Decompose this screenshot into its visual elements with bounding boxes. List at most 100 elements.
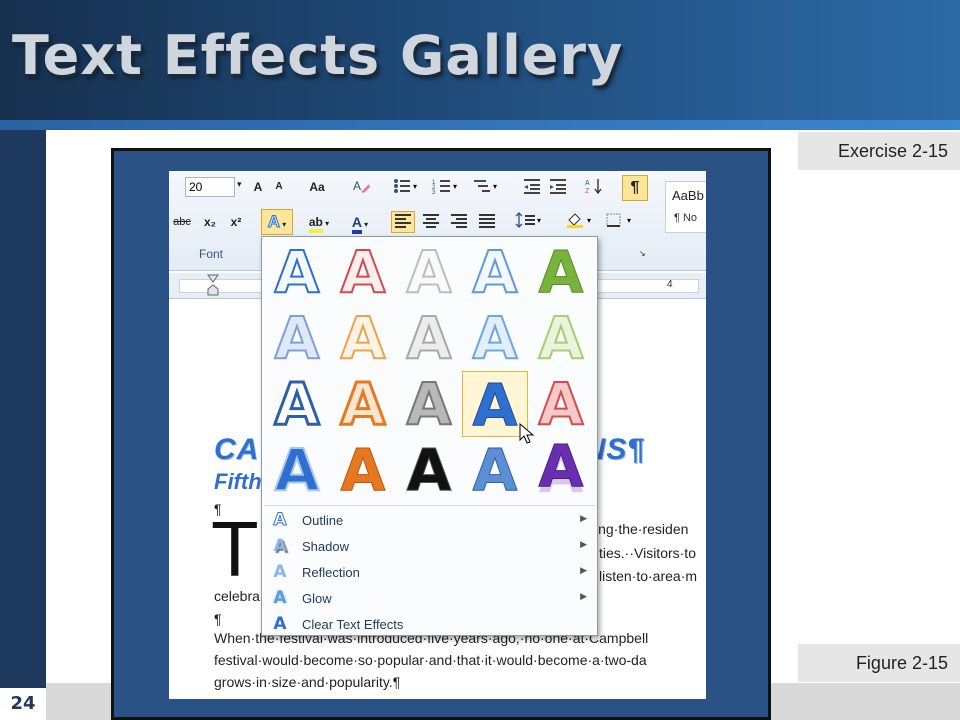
svg-text:▾: ▾ (413, 182, 417, 191)
show-hide-button[interactable]: ¶ (622, 175, 648, 201)
effect-tile[interactable]: A (264, 370, 330, 439)
justify-button[interactable] (475, 211, 499, 233)
effect-tile[interactable]: A (264, 304, 330, 372)
text-effects-gallery: A A A A A A A A A A A A A A A A A A A A … (261, 236, 598, 636)
line-spacing-icon: ▾ (515, 212, 541, 228)
justify-icon (479, 214, 495, 228)
effect-tile[interactable]: A (396, 370, 462, 438)
slide-title: Text Effects Gallery (12, 24, 624, 87)
numbering-icon: 123▾ (432, 180, 457, 196)
multilevel-list-icon: ▾ (474, 180, 497, 192)
font-color-button[interactable]: A ▾ (343, 211, 377, 234)
borders-icon: ▾ (606, 213, 631, 227)
strikethrough-button[interactable]: abc (169, 211, 195, 233)
doc-pilcrow: ¶ (214, 611, 222, 627)
svg-text:▾: ▾ (493, 182, 497, 191)
clear-formatting-icon: A (353, 179, 370, 193)
drop-cap: T (211, 505, 259, 593)
font-size-field[interactable]: 20 (185, 177, 235, 197)
borders-button[interactable]: ▾ (603, 211, 637, 233)
doc-text-line: celebra (214, 588, 260, 604)
effect-tile[interactable]: A (330, 370, 396, 439)
menu-item-glow[interactable]: A Glow ▶ (262, 586, 597, 612)
align-left-button[interactable] (391, 211, 415, 233)
menu-item-shadow[interactable]: A Shadow ▶ (262, 534, 597, 560)
title-rule (0, 120, 960, 130)
style-normal[interactable]: AaBb ¶ No (665, 181, 706, 233)
effect-tile[interactable]: A (396, 304, 462, 372)
doc-text-line: festival·would·become·so·popular·and·tha… (214, 652, 647, 668)
effect-tile[interactable]: A (396, 437, 462, 504)
doc-text-line: listen·to·area·m (599, 568, 698, 584)
reflection-icon: A (273, 562, 287, 582)
outline-icon: A (273, 510, 287, 531)
multilevel-list-button[interactable]: ▾ (471, 176, 501, 198)
effect-tile[interactable]: A (528, 370, 594, 438)
title-bar: Text Effects Gallery (0, 0, 960, 120)
svg-text:A: A (585, 180, 590, 187)
glow-icon: A (273, 588, 287, 608)
font-group-label: Font (199, 247, 224, 261)
clear-formatting-button[interactable]: A (349, 176, 373, 198)
effect-tile[interactable]: A (264, 238, 330, 306)
superscript-button[interactable]: x² (225, 211, 247, 233)
svg-text:A: A (353, 179, 361, 193)
line-spacing-button[interactable]: ▾ (513, 211, 547, 233)
dialog-launcher-icon[interactable]: ↘ (639, 249, 646, 258)
clear-effects-icon: A (273, 614, 287, 634)
highlight-button[interactable]: ab ▾ (301, 211, 337, 233)
subscript-button[interactable]: x₂ (199, 211, 221, 233)
figure-label: Figure 2-15 (798, 644, 960, 682)
svg-text:Z: Z (585, 188, 590, 195)
decrease-indent-icon (524, 179, 540, 194)
effect-tile[interactable]: A (264, 436, 330, 504)
align-left-icon (395, 214, 411, 228)
svg-text:▾: ▾ (587, 216, 591, 225)
mouse-pointer-icon (519, 423, 535, 444)
menu-item-outline[interactable]: A Outline ▶ (262, 508, 597, 534)
menu-item-reflection[interactable]: A Reflection ▶ (262, 560, 597, 586)
bullets-icon: ▾ (394, 179, 417, 193)
effect-tile[interactable]: A (462, 238, 528, 306)
shading-button[interactable]: ▾ (563, 211, 597, 233)
effect-tile[interactable]: A (528, 239, 594, 306)
effect-tile[interactable]: A (528, 433, 594, 500)
shrink-font-button[interactable]: A (269, 176, 289, 198)
effect-tile[interactable]: A (462, 437, 528, 504)
align-center-button[interactable] (419, 211, 443, 233)
text-effects-icon: A (267, 212, 281, 232)
submenu-arrow-icon: ▶ (580, 539, 587, 549)
text-effects-button[interactable]: A ▾ (261, 209, 293, 235)
svg-text:▾: ▾ (627, 216, 631, 225)
sort-icon: AZ (585, 179, 602, 195)
effect-tile[interactable]: A (330, 437, 396, 504)
svg-text:3: 3 (432, 190, 436, 195)
effect-tile[interactable]: A (462, 304, 528, 372)
increase-indent-button[interactable] (547, 176, 569, 198)
align-right-button[interactable] (447, 211, 471, 233)
effect-tile[interactable]: A (330, 238, 396, 306)
svg-text:▾: ▾ (537, 216, 541, 225)
font-size-dropdown-icon[interactable]: ▾ (237, 179, 242, 190)
effect-tile[interactable]: A (528, 304, 594, 372)
sort-button[interactable]: AZ (583, 176, 605, 198)
increase-indent-icon (550, 179, 566, 194)
align-center-icon (423, 214, 439, 228)
effect-tile[interactable]: A (330, 304, 396, 372)
decrease-indent-button[interactable] (521, 176, 543, 198)
submenu-arrow-icon: ▶ (580, 513, 587, 523)
menu-item-clear-text-effects[interactable]: A Clear Text Effects (262, 612, 597, 638)
svg-text:▾: ▾ (453, 182, 457, 191)
ruler-mark: 4 (667, 279, 673, 290)
highlight-icon: ab (308, 215, 323, 233)
indent-marker-icon[interactable] (207, 273, 219, 297)
grow-font-button[interactable]: A (247, 176, 269, 198)
bullets-button[interactable]: ▾ (391, 176, 421, 198)
left-stripe (0, 130, 46, 720)
change-case-button[interactable]: Aa (303, 176, 331, 198)
numbering-button[interactable]: 1 2 3 ▾ (431, 176, 461, 198)
doc-text-line: grows·in·size·and·popularity.¶ (214, 674, 401, 690)
shading-icon: ▾ (567, 213, 591, 228)
effect-tile[interactable]: A (396, 238, 462, 306)
style-sample: AaBb (672, 188, 704, 203)
